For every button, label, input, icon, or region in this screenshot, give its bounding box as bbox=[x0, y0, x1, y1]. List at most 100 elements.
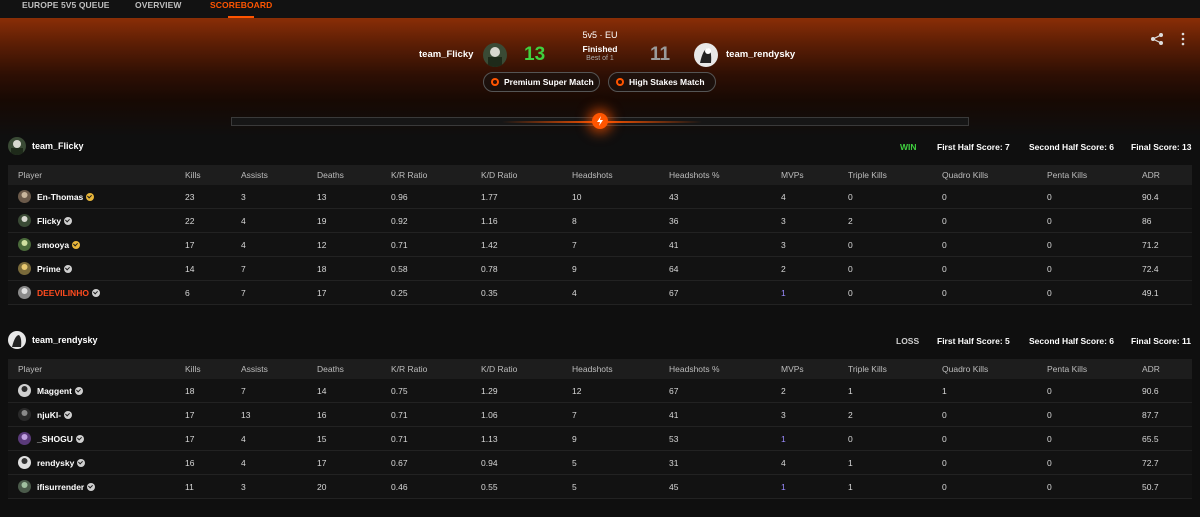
player-avatar[interactable] bbox=[18, 456, 31, 469]
high-stakes-match-badge[interactable]: High Stakes Match bbox=[608, 72, 716, 92]
stat-cell: 0.71 bbox=[391, 410, 408, 420]
column-header[interactable]: Assists bbox=[241, 165, 268, 185]
team1-avatar[interactable] bbox=[483, 43, 507, 67]
player-avatar[interactable] bbox=[18, 384, 31, 397]
stat-cell: 0 bbox=[942, 192, 947, 202]
team1-small-avatar[interactable] bbox=[8, 137, 26, 155]
player-avatar[interactable] bbox=[18, 262, 31, 275]
column-header[interactable]: Deaths bbox=[317, 359, 344, 379]
table-row[interactable]: rendysky 16 4 17 0.67 0.94 5 31 4 1 0 0 72.7 bbox=[8, 451, 1192, 475]
table-row[interactable]: ifisurrender 11 3 20 0.46 0.55 5 45 1 1 0 0 50.7 bbox=[8, 475, 1192, 499]
column-header[interactable]: Headshots bbox=[572, 359, 613, 379]
column-header[interactable]: Player bbox=[18, 359, 42, 379]
column-header[interactable]: MVPs bbox=[781, 359, 804, 379]
column-header[interactable]: Triple Kills bbox=[848, 165, 887, 185]
column-header[interactable]: ADR bbox=[1142, 359, 1160, 379]
column-header[interactable]: Quadro Kills bbox=[942, 359, 988, 379]
stat-cell: 13 bbox=[317, 192, 327, 202]
column-header[interactable]: Triple Kills bbox=[848, 359, 887, 379]
stat-cell: 0 bbox=[942, 434, 947, 444]
table-row[interactable]: smooya 17 4 12 0.71 1.42 7 41 3 0 0 0 71.2 bbox=[8, 233, 1192, 257]
team2-table: Player Kills Assists Deaths K/R Ratio K/D Rat… bbox=[8, 359, 1192, 499]
verified-badge-icon bbox=[64, 216, 73, 225]
tab-scoreboard[interactable]: SCOREBOARD bbox=[210, 0, 272, 18]
stat-cell: 0.71 bbox=[391, 434, 408, 444]
player-name[interactable]: Prime bbox=[37, 257, 72, 281]
column-header[interactable]: K/D Ratio bbox=[481, 359, 517, 379]
tab-overview[interactable]: OVERVIEW bbox=[135, 0, 181, 18]
player-name[interactable]: ifisurrender bbox=[37, 475, 96, 499]
column-header[interactable]: Penta Kills bbox=[1047, 359, 1087, 379]
player-name[interactable]: rendysky bbox=[37, 451, 86, 475]
stat-cell: 72.4 bbox=[1142, 264, 1159, 274]
column-header[interactable]: K/R Ratio bbox=[391, 359, 427, 379]
column-header[interactable]: Deaths bbox=[317, 165, 344, 185]
player-avatar[interactable] bbox=[18, 286, 31, 299]
share-icon[interactable] bbox=[1150, 32, 1164, 46]
stat-cell: 67 bbox=[669, 386, 679, 396]
column-header[interactable]: Headshots % bbox=[669, 165, 720, 185]
player-name[interactable]: DEEVILINHO bbox=[37, 281, 100, 305]
team2-small-avatar[interactable] bbox=[8, 331, 26, 349]
player-name[interactable]: njuKI- bbox=[37, 403, 73, 427]
team1-name[interactable]: team_Flicky bbox=[419, 49, 473, 60]
player-avatar[interactable] bbox=[18, 480, 31, 493]
table-row[interactable]: Flicky 22 4 19 0.92 1.16 8 36 3 2 0 0 86 bbox=[8, 209, 1192, 233]
column-header[interactable]: ADR bbox=[1142, 165, 1160, 185]
stat-cell: 0.92 bbox=[391, 216, 408, 226]
player-avatar[interactable] bbox=[18, 214, 31, 227]
verified-badge-icon bbox=[91, 288, 100, 297]
team2-label[interactable]: team_rendysky bbox=[32, 335, 98, 345]
stat-cell: 14 bbox=[317, 386, 327, 396]
column-header[interactable]: K/D Ratio bbox=[481, 165, 517, 185]
player-avatar[interactable] bbox=[18, 408, 31, 421]
player-avatar[interactable] bbox=[18, 432, 31, 445]
stat-cell: 0.46 bbox=[391, 482, 408, 492]
stat-cell: 0 bbox=[848, 288, 853, 298]
stat-cell: 2 bbox=[848, 216, 853, 226]
team1-label[interactable]: team_Flicky bbox=[32, 141, 84, 151]
team2-avatar[interactable] bbox=[694, 43, 718, 67]
player-avatar[interactable] bbox=[18, 190, 31, 203]
stat-cell: 16 bbox=[317, 410, 327, 420]
column-header[interactable]: Assists bbox=[241, 359, 268, 379]
stat-cell: 41 bbox=[669, 410, 679, 420]
player-name[interactable]: En-Thomas bbox=[37, 185, 95, 209]
table-row[interactable]: Maggent 18 7 14 0.75 1.29 12 67 2 1 1 0 90.6 bbox=[8, 379, 1192, 403]
column-header[interactable]: K/R Ratio bbox=[391, 165, 427, 185]
column-header[interactable]: Kills bbox=[185, 165, 201, 185]
team2-first-half: First Half Score: 5 bbox=[937, 336, 1010, 346]
column-header[interactable]: Headshots % bbox=[669, 359, 720, 379]
table-row[interactable]: njuKI- 17 13 16 0.71 1.06 7 41 3 2 0 0 87.7 bbox=[8, 403, 1192, 427]
column-header[interactable]: Kills bbox=[185, 359, 201, 379]
stat-cell: 18 bbox=[185, 386, 195, 396]
column-header[interactable]: Penta Kills bbox=[1047, 165, 1087, 185]
stat-cell: 3 bbox=[241, 482, 246, 492]
table-row[interactable]: En-Thomas 23 3 13 0.96 1.77 10 43 4 0 0 0 90.4 bbox=[8, 185, 1192, 209]
team2-name[interactable]: team_rendysky bbox=[726, 49, 795, 60]
stat-cell: 87.7 bbox=[1142, 410, 1159, 420]
table-row[interactable]: DEEVILINHO 6 7 17 0.25 0.35 4 67 1 0 0 0 49.1 bbox=[8, 281, 1192, 305]
more-options-icon[interactable] bbox=[1180, 32, 1186, 46]
stat-cell: 12 bbox=[317, 240, 327, 250]
premium-super-match-badge[interactable]: Premium Super Match bbox=[483, 72, 600, 92]
stat-cell: 0.67 bbox=[391, 458, 408, 468]
player-avatar[interactable] bbox=[18, 238, 31, 251]
stat-cell: 41 bbox=[669, 240, 679, 250]
player-name[interactable]: _SHOGU bbox=[37, 427, 84, 451]
column-header[interactable]: MVPs bbox=[781, 165, 804, 185]
stat-cell: 0.58 bbox=[391, 264, 408, 274]
column-header[interactable]: Quadro Kills bbox=[942, 165, 988, 185]
stat-cell: 3 bbox=[781, 240, 786, 250]
stat-cell: 9 bbox=[572, 264, 577, 274]
lightning-icon bbox=[592, 113, 608, 129]
player-name[interactable]: Flicky bbox=[37, 209, 73, 233]
stat-cell: 4 bbox=[572, 288, 577, 298]
table-row[interactable]: _SHOGU 17 4 15 0.71 1.13 9 53 1 0 0 0 65.5 bbox=[8, 427, 1192, 451]
table-row[interactable]: Prime 14 7 18 0.58 0.78 9 64 2 0 0 0 72.4 bbox=[8, 257, 1192, 281]
player-name[interactable]: Maggent bbox=[37, 379, 83, 403]
player-name[interactable]: smooya bbox=[37, 233, 81, 257]
tab-europe-5v5-queue[interactable]: EUROPE 5V5 QUEUE bbox=[22, 0, 110, 18]
column-header[interactable]: Player bbox=[18, 165, 42, 185]
column-header[interactable]: Headshots bbox=[572, 165, 613, 185]
